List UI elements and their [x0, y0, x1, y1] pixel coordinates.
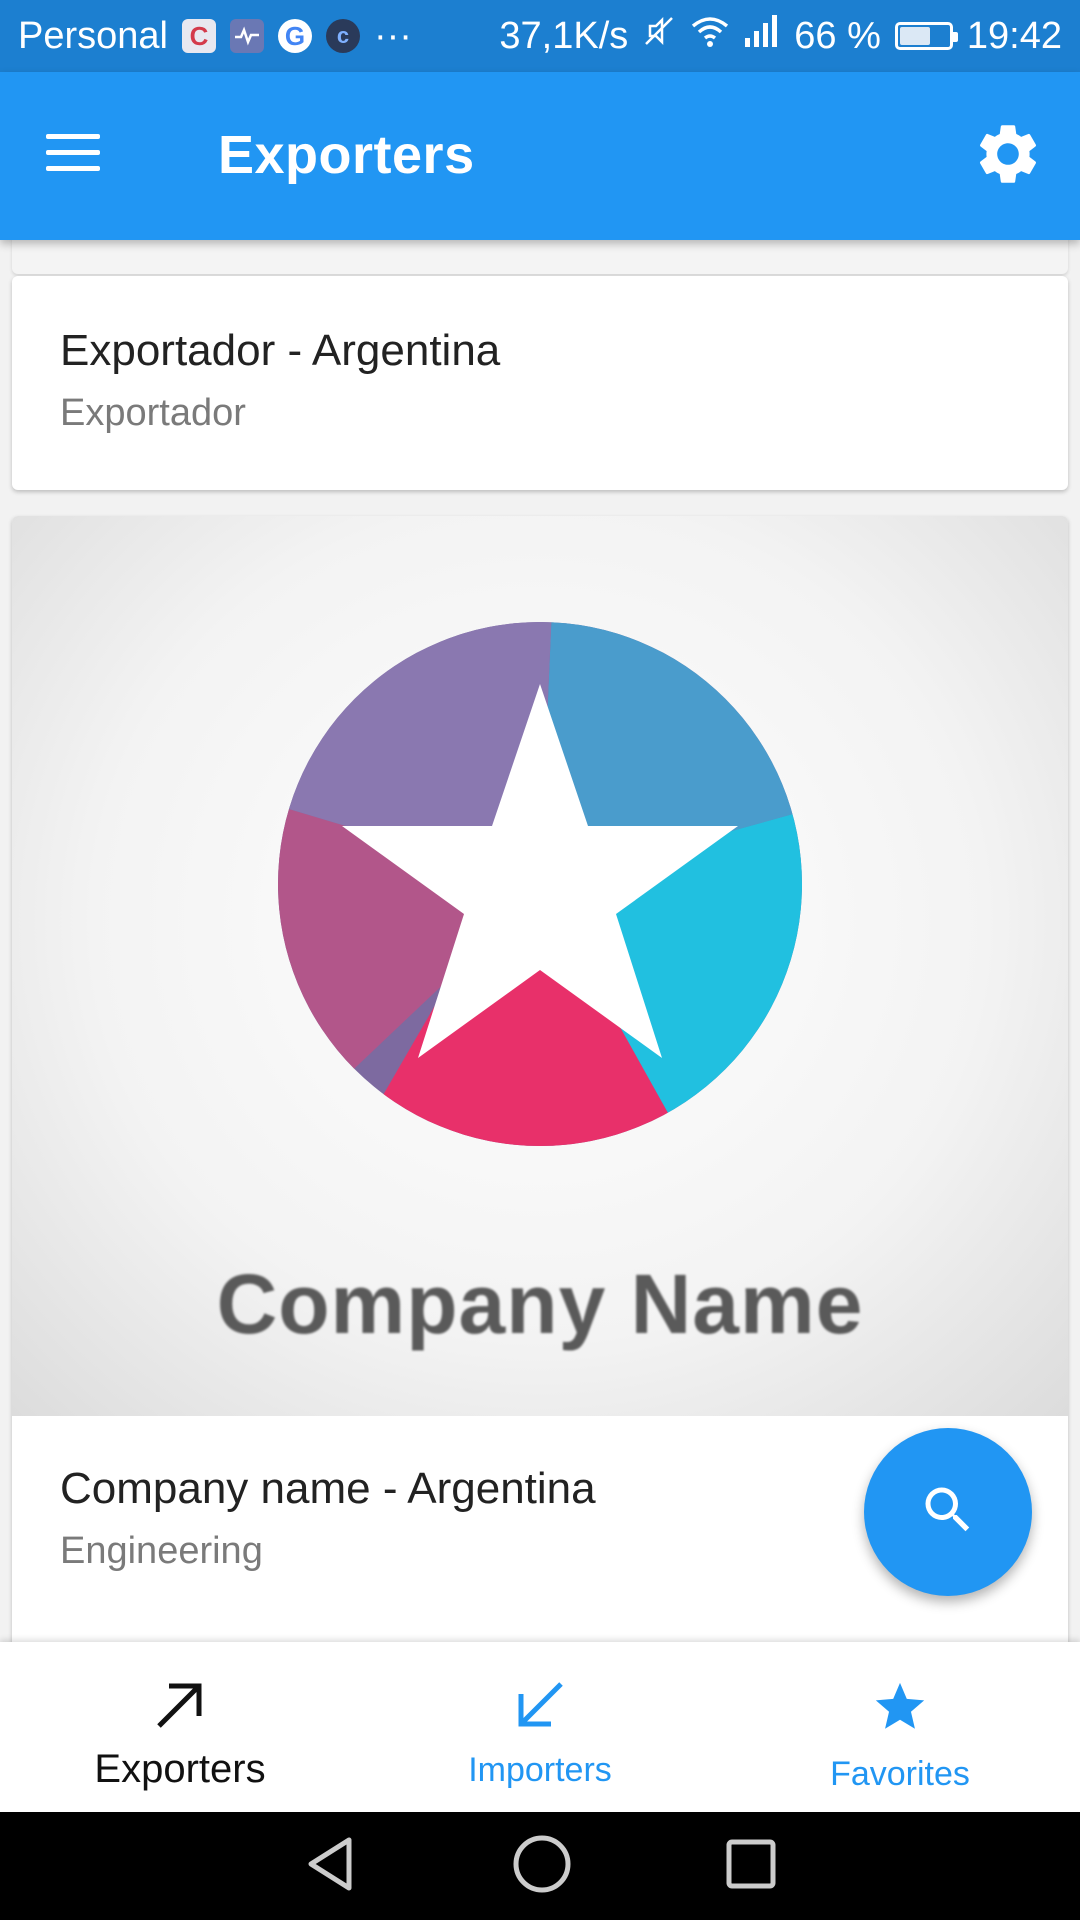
list-item-previous[interactable] [12, 240, 1068, 274]
bottom-navigation: Exporters Importers Favorites [0, 1642, 1080, 1812]
signal-icon [744, 14, 780, 58]
arrow-down-left-icon [513, 1678, 567, 1737]
card-title: Company name - Argentina [60, 1464, 596, 1513]
muted-icon [642, 14, 676, 58]
status-bar: Personal C G c ··· 37,1K/s 66 % 19:42 [0, 0, 1080, 72]
card-subtitle: Exportador [60, 392, 246, 434]
page-title: Exporters [218, 125, 475, 185]
nav-label-importers: Importers [468, 1751, 612, 1789]
network-speed: 37,1K/s [499, 14, 629, 57]
wifi-icon [690, 14, 730, 58]
nav-item-exporters[interactable]: Exporters [0, 1642, 360, 1812]
system-navigation-bar [0, 1812, 1080, 1920]
card-title: Exportador - Argentina [60, 326, 501, 375]
nav-item-importers[interactable]: Importers [360, 1642, 720, 1812]
carrier-name: Personal [18, 14, 168, 57]
battery-percent: 66 % [794, 14, 881, 57]
back-triangle-icon[interactable] [301, 1834, 361, 1899]
card-subtitle: Engineering [60, 1530, 263, 1572]
list-item[interactable]: Exportador - Argentina Exportador [12, 276, 1068, 490]
search-icon [918, 1480, 978, 1545]
health-icon [229, 19, 264, 53]
logo-caption: Company Name [216, 1257, 864, 1351]
home-circle-icon[interactable] [511, 1833, 573, 1900]
company-logo-image: Company Name [12, 516, 1068, 1416]
nav-label-favorites: Favorites [830, 1755, 970, 1793]
search-button[interactable] [864, 1428, 1032, 1596]
arrow-up-right-icon [153, 1678, 207, 1737]
gear-icon[interactable] [972, 118, 1044, 190]
battery-icon [894, 22, 958, 50]
google-icon: G [277, 19, 312, 53]
c-app-icon: C [181, 19, 216, 53]
c-circle-icon: c [325, 19, 360, 53]
clock: 19:42 [966, 14, 1062, 57]
nav-item-favorites[interactable]: Favorites [720, 1642, 1080, 1812]
hamburger-menu-icon[interactable] [46, 122, 116, 182]
more-notifications-indicator: ··· [373, 14, 412, 57]
recents-square-icon[interactable] [723, 1836, 779, 1897]
app-bar: Exporters [0, 72, 1080, 240]
star-icon [871, 1678, 929, 1741]
nav-label-exporters: Exporters [94, 1747, 266, 1791]
exporters-list[interactable]: Exportador - Argentina Exportador Compan… [0, 240, 1080, 1642]
